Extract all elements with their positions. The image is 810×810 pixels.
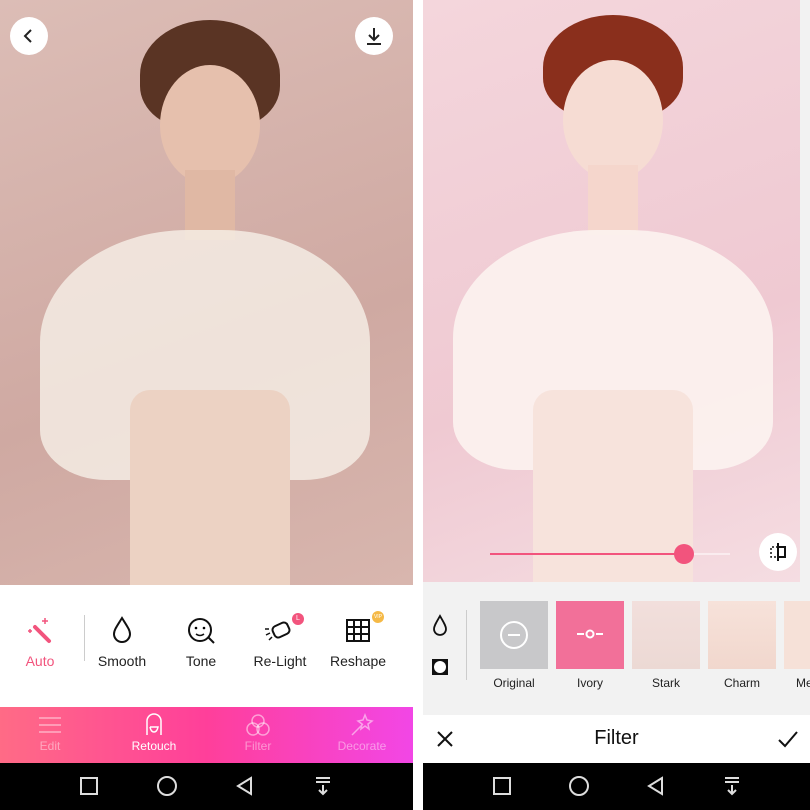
nav-edit[interactable]: Edit: [0, 713, 100, 753]
tool-smooth[interactable]: Smooth: [82, 615, 162, 669]
tool-label: Re-Light: [253, 653, 307, 669]
home-icon[interactable]: [156, 775, 178, 797]
minus-circle-icon: [500, 621, 528, 649]
compare-button[interactable]: [759, 533, 797, 571]
vignette-square-icon[interactable]: [431, 658, 449, 676]
filter-title: Filter: [594, 727, 639, 749]
system-nav-bar: [423, 763, 810, 810]
chevron-left-icon: [23, 29, 32, 43]
tool-auto[interactable]: Auto: [0, 615, 80, 669]
slider-fill: [490, 553, 685, 555]
recent-apps-icon[interactable]: [78, 775, 100, 797]
filter-label: Original: [493, 676, 535, 690]
filter-charm[interactable]: [708, 601, 776, 669]
check-icon[interactable]: [777, 729, 799, 749]
droplet-icon[interactable]: [430, 614, 450, 636]
separator: [413, 0, 423, 810]
notification-pull-icon[interactable]: [721, 775, 743, 797]
intensity-slider[interactable]: [490, 544, 730, 564]
filter-label: Ivory: [576, 676, 603, 690]
face-tone-icon: [188, 618, 215, 644]
face-retouch-icon: [146, 713, 162, 735]
download-button[interactable]: [355, 17, 393, 55]
filter-label: Me: [796, 676, 810, 690]
nav-decorate[interactable]: Decorate: [312, 713, 412, 753]
portrait-photo: [0, 0, 413, 585]
system-nav-bar: [0, 763, 413, 810]
divider: [466, 610, 467, 680]
tool-relight[interactable]: L Re-Light: [240, 613, 320, 669]
home-icon[interactable]: [568, 775, 590, 797]
tool-label: Reshape: [329, 653, 387, 669]
filter-label: Stark: [651, 676, 680, 690]
droplet-icon: [112, 616, 132, 643]
tool-label: Auto: [25, 653, 55, 669]
grid-warp-icon: [346, 619, 370, 642]
sparkle-wand-icon: [351, 713, 374, 736]
filter-original[interactable]: [480, 601, 548, 669]
filter-label: Charm: [723, 676, 760, 690]
vip-badge: VIP: [372, 611, 384, 623]
notification-pull-icon[interactable]: [312, 775, 334, 797]
filtered-photo: [423, 0, 800, 582]
bottom-nav: Edit Retouch Filter Decorate: [0, 707, 413, 763]
badge: L: [292, 613, 304, 625]
filter-ivory[interactable]: [556, 601, 624, 669]
nav-filter[interactable]: Filter: [208, 713, 308, 753]
tool-label: Smooth: [97, 653, 147, 669]
tool-label: Tone: [185, 653, 217, 669]
sliders-icon: [39, 717, 61, 733]
magic-wand-icon: [28, 618, 51, 643]
nav-retouch[interactable]: Retouch: [104, 713, 204, 753]
recent-apps-icon[interactable]: [491, 775, 513, 797]
tool-reshape[interactable]: VIP Reshape: [318, 611, 398, 669]
filter-action-bar: Filter: [423, 715, 810, 763]
compare-icon: [770, 543, 786, 561]
tool-tone[interactable]: Tone: [161, 615, 241, 669]
download-icon: [367, 28, 381, 45]
filter-me[interactable]: [784, 601, 810, 669]
slider-adjust-icon: [577, 629, 603, 639]
back-button[interactable]: [10, 17, 48, 55]
back-nav-icon[interactable]: [234, 775, 256, 797]
circles-icon: [246, 714, 270, 736]
filter-stark[interactable]: [632, 601, 700, 669]
back-nav-icon[interactable]: [645, 775, 667, 797]
